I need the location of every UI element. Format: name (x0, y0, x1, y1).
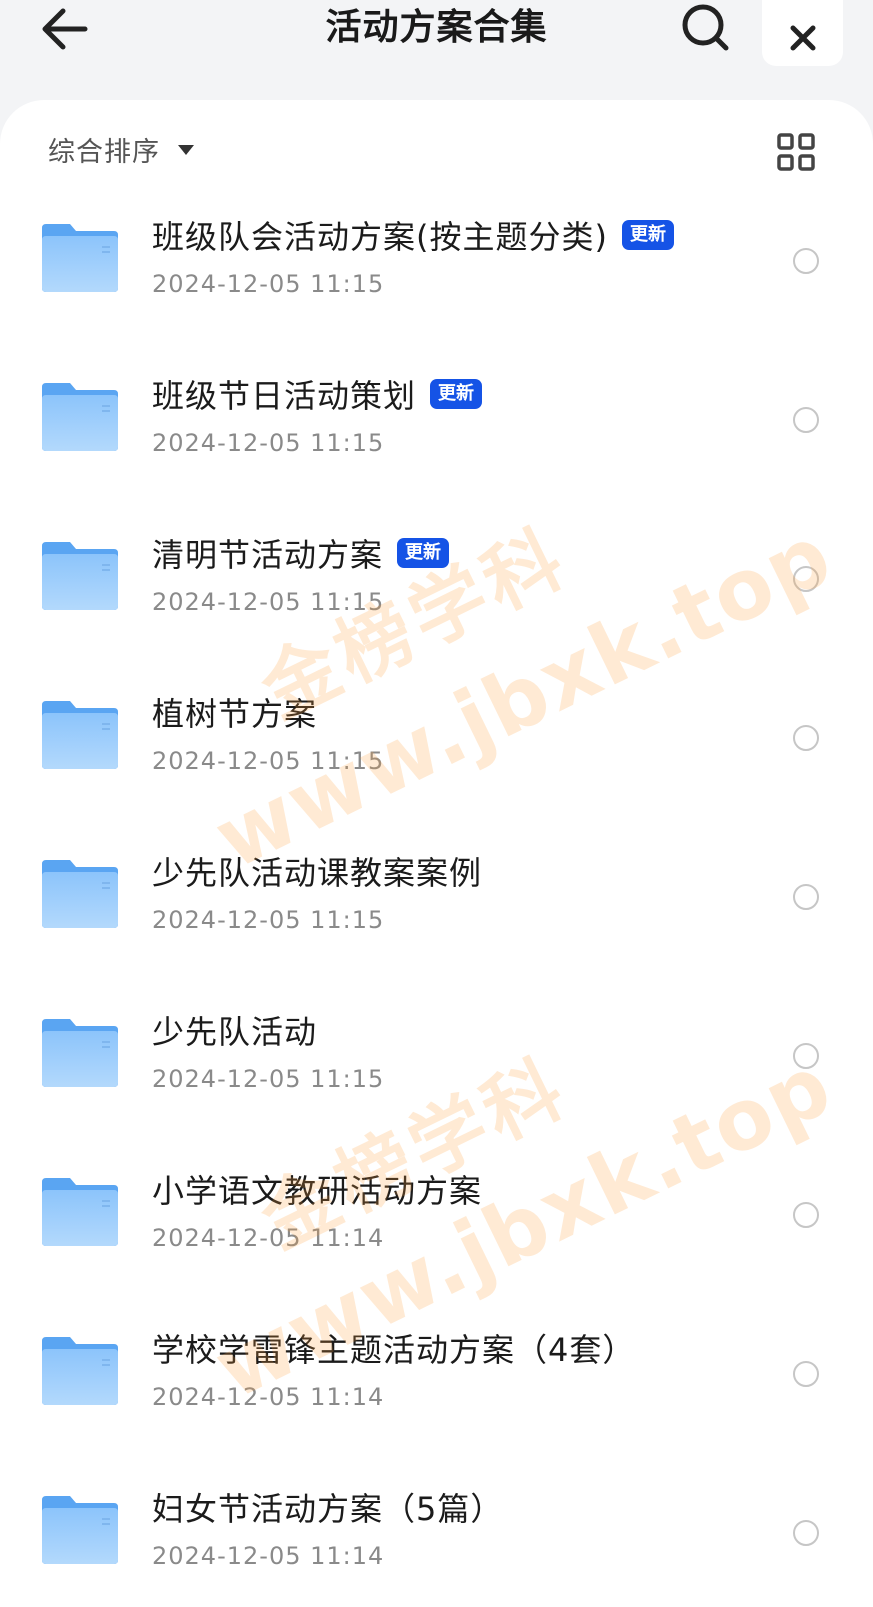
folder-icon (42, 383, 118, 451)
item-date: 2024-12-05 11:15 (152, 429, 385, 457)
item-name: 清明节活动方案 (152, 536, 384, 574)
select-radio[interactable] (793, 407, 819, 433)
sort-dropdown[interactable]: 综合排序 (48, 130, 194, 169)
item-date: 2024-12-05 11:14 (152, 1542, 385, 1570)
folder-icon (42, 860, 118, 928)
folder-icon (42, 1178, 118, 1246)
sort-label: 综合排序 (48, 137, 160, 168)
folder-icon (42, 1337, 118, 1405)
item-name: 班级队会活动方案(按主题分类) (152, 218, 608, 256)
item-date: 2024-12-05 11:15 (152, 1065, 385, 1093)
list-item[interactable]: 妇女节活动方案（5篇） 2024-12-05 11:14 (0, 1472, 873, 1607)
list-item[interactable]: 清明节活动方案 更新 2024-12-05 11:15 (0, 518, 873, 677)
list-item[interactable]: 小学语文教研活动方案 2024-12-05 11:14 (0, 1154, 873, 1313)
select-radio[interactable] (793, 566, 819, 592)
file-list-card: 综合排序 班级队会活动方案(按主题分类) 更新 2024-12-05 11:15 班级… (0, 100, 873, 1607)
list-item[interactable]: 植树节方案 2024-12-05 11:15 (0, 677, 873, 836)
item-date: 2024-12-05 11:14 (152, 1224, 385, 1252)
select-radio[interactable] (793, 725, 819, 751)
item-date: 2024-12-05 11:15 (152, 270, 385, 298)
list-item[interactable]: 少先队活动课教案案例 2024-12-05 11:15 (0, 836, 873, 995)
search-button[interactable] (680, 2, 732, 54)
page-title: 活动方案合集 (325, 7, 548, 48)
item-title-row: 班级节日活动策划 更新 (152, 369, 483, 419)
grid-view-button[interactable] (776, 132, 816, 172)
item-name: 植树节方案 (152, 695, 318, 733)
item-name: 妇女节活动方案（5篇） (152, 1490, 504, 1528)
select-radio[interactable] (793, 1043, 819, 1069)
item-date: 2024-12-05 11:15 (152, 906, 385, 934)
select-radio[interactable] (793, 1520, 819, 1546)
item-title-row: 妇女节活动方案（5篇） (152, 1482, 503, 1532)
folder-icon (42, 701, 118, 769)
list-toolbar: 综合排序 (0, 100, 873, 200)
close-button[interactable] (762, 0, 843, 66)
folder-icon (42, 542, 118, 610)
folder-icon (42, 1019, 118, 1087)
update-badge: 更新 (621, 220, 674, 250)
item-title-row: 少先队活动课教案案例 (152, 846, 482, 896)
item-title-row: 班级队会活动方案(按主题分类) 更新 (152, 210, 674, 260)
item-name: 学校学雷锋主题活动方案（4套） (152, 1331, 636, 1369)
item-title-row: 清明节活动方案 更新 (152, 528, 450, 578)
item-date: 2024-12-05 11:14 (152, 1383, 385, 1411)
update-badge: 更新 (430, 379, 483, 409)
select-radio[interactable] (793, 1361, 819, 1387)
item-name: 小学语文教研活动方案 (152, 1172, 483, 1210)
select-radio[interactable] (793, 1202, 819, 1228)
item-date: 2024-12-05 11:15 (152, 747, 385, 775)
list-item[interactable]: 班级节日活动策划 更新 2024-12-05 11:15 (0, 359, 873, 518)
search-icon (682, 4, 729, 51)
list-item[interactable]: 班级队会活动方案(按主题分类) 更新 2024-12-05 11:15 (0, 200, 873, 359)
item-title-row: 学校学雷锋主题活动方案（4套） (152, 1323, 635, 1373)
folder-list: 班级队会活动方案(按主题分类) 更新 2024-12-05 11:15 班级节日活动策… (0, 200, 873, 1607)
list-item[interactable]: 少先队活动 2024-12-05 11:15 (0, 995, 873, 1154)
folder-icon (42, 224, 118, 292)
item-title-row: 植树节方案 (152, 687, 317, 737)
item-name: 少先队活动 (152, 1013, 318, 1051)
item-title-row: 小学语文教研活动方案 (152, 1164, 482, 1214)
list-item[interactable]: 学校学雷锋主题活动方案（4套） 2024-12-05 11:14 (0, 1313, 873, 1472)
select-radio[interactable] (793, 248, 819, 274)
item-name: 班级节日活动策划 (152, 377, 417, 415)
select-radio[interactable] (793, 884, 819, 910)
grid-view-icon (777, 133, 815, 171)
item-date: 2024-12-05 11:15 (152, 588, 385, 616)
item-name: 少先队活动课教案案例 (152, 854, 483, 892)
update-badge: 更新 (397, 538, 450, 568)
close-icon (790, 25, 815, 51)
item-title-row: 少先队活动 (152, 1005, 317, 1055)
header-bar: 活动方案合集 (0, 0, 873, 100)
folder-icon (42, 1496, 118, 1564)
caret-down-icon (178, 144, 194, 155)
